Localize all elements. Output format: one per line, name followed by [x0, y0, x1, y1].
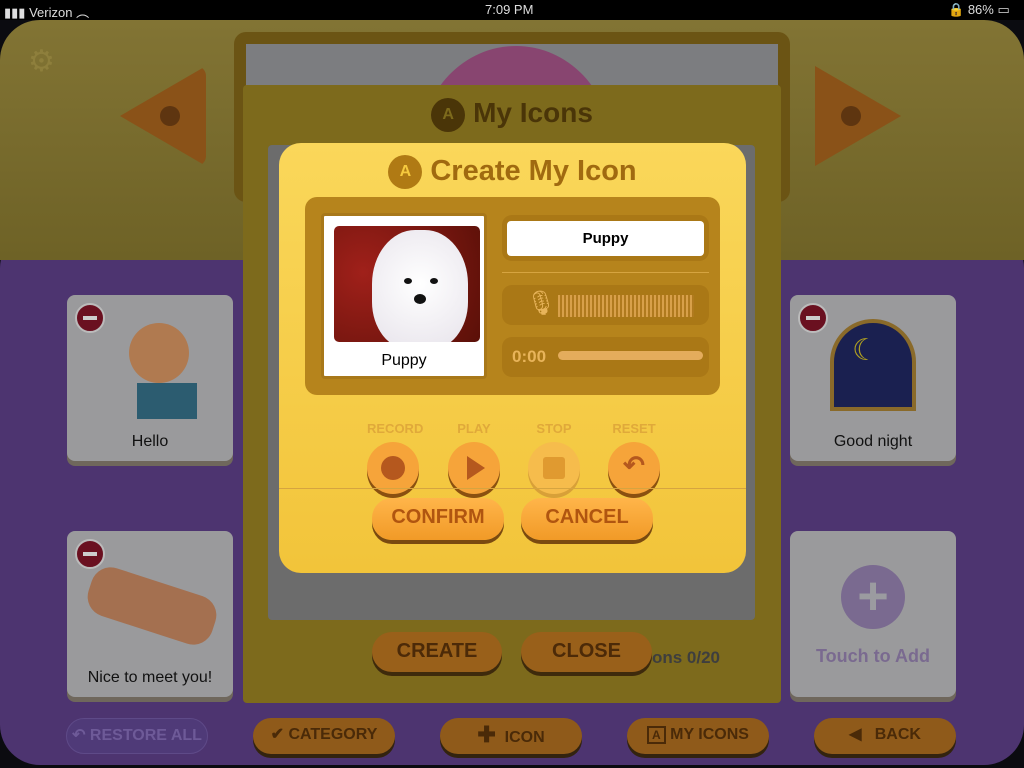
reset-control[interactable]: RESET ↶	[608, 421, 660, 494]
gear-icon[interactable]: ⚙	[28, 44, 55, 79]
category-button[interactable]: ✔ CATEGORY	[253, 718, 395, 754]
playback-progress: 0:00	[502, 337, 709, 377]
back-button[interactable]: ◀ BACK	[814, 718, 956, 754]
progress-bar[interactable]	[558, 351, 703, 360]
carrier: ▮▮▮ Verizon ︵	[4, 5, 90, 20]
cancel-button[interactable]: CANCEL	[521, 498, 653, 540]
dialog-title: Create My Icon	[430, 155, 637, 187]
restore-all-button[interactable]: ↶ RESTORE ALL	[66, 718, 208, 754]
record-control[interactable]: RECORD	[367, 421, 423, 494]
back-arrow-icon: ◀	[849, 726, 862, 743]
clock: 7:09 PM	[485, 2, 534, 17]
puppy-photo[interactable]	[334, 226, 480, 342]
remove-icon[interactable]	[798, 303, 828, 333]
create-button[interactable]: CREATE	[372, 632, 502, 672]
plus-icon: ✚	[477, 722, 496, 747]
play-control[interactable]: PLAY	[448, 421, 500, 494]
add-icon-button[interactable]: ✚ ICON	[440, 718, 582, 754]
remove-icon[interactable]	[75, 303, 105, 333]
speech-bubble-icon: A	[431, 97, 466, 132]
confirm-button[interactable]: CONFIRM	[372, 498, 504, 540]
icon-name-input[interactable]: Puppy	[507, 221, 704, 256]
play-icon	[467, 456, 485, 480]
plus-icon: +	[841, 565, 905, 629]
record-icon	[381, 456, 405, 480]
battery: 🔒 86% ▭	[948, 2, 1010, 17]
image-label: Puppy	[381, 352, 427, 369]
icon-image-card[interactable]: Puppy	[321, 213, 487, 379]
icon-card-hello[interactable]: Hello	[67, 295, 233, 461]
stop-icon	[543, 457, 565, 479]
panel-title: My Icons	[473, 97, 593, 128]
close-button[interactable]: CLOSE	[521, 632, 652, 672]
stop-control[interactable]: STOP	[528, 421, 580, 494]
remove-icon[interactable]	[75, 539, 105, 569]
playback-time: 0:00	[512, 347, 547, 366]
recording-level-meter: 🎙	[502, 285, 709, 325]
microphone-icon: 🎙	[526, 290, 557, 317]
speech-bubble-icon: A	[388, 155, 423, 190]
reset-icon: ↶	[623, 450, 645, 480]
icon-card-nice-to-meet-you[interactable]: Nice to meet you!	[67, 531, 233, 697]
status-bar: ▮▮▮ Verizon ︵ 7:09 PM 🔒 86% ▭	[0, 0, 1024, 20]
icon-card-good-night[interactable]: ☾ Good night	[790, 295, 956, 461]
add-icon-card[interactable]: + Touch to Add	[790, 531, 956, 697]
my-icons-button[interactable]: A MY ICONS	[627, 718, 769, 754]
create-my-icon-dialog: A Create My Icon Puppy Puppy 🎙 0:00 RECOR…	[279, 143, 746, 573]
speech-bubble-icon: A	[647, 726, 666, 744]
